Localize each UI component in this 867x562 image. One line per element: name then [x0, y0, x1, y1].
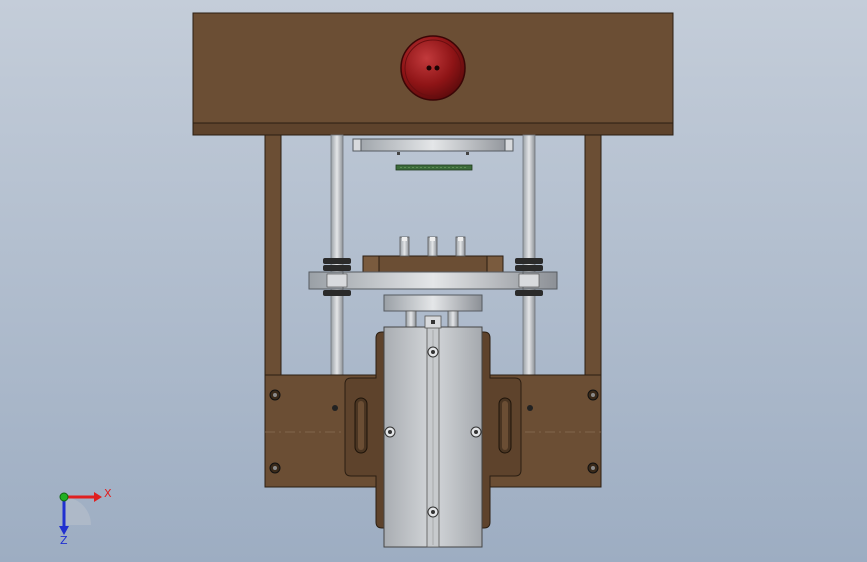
- screw-icon: [470, 426, 482, 438]
- moving-plate[interactable]: [308, 236, 558, 296]
- screw-icon: [587, 389, 599, 401]
- linear-slide[interactable]: [383, 315, 483, 548]
- screw-icon: [427, 346, 439, 358]
- side-frame-left[interactable]: [264, 134, 282, 378]
- cad-viewport[interactable]: X Z: [0, 0, 867, 562]
- orientation-triad[interactable]: X Z: [59, 487, 112, 547]
- screw-icon: [527, 405, 533, 411]
- red-knob[interactable]: [400, 35, 466, 101]
- screw-icon: [587, 462, 599, 474]
- z-axis-label: Z: [60, 534, 68, 547]
- knob-hole-icon: [426, 65, 432, 71]
- screw-icon: [427, 506, 439, 518]
- upper-clamp-bar[interactable]: [352, 138, 514, 155]
- knob-hole-icon: [434, 65, 440, 71]
- guide-rod-right[interactable]: [522, 134, 536, 376]
- x-axis-label: X: [104, 487, 112, 500]
- pcb-board[interactable]: [395, 164, 473, 171]
- side-frame-right[interactable]: [584, 134, 602, 378]
- screw-icon: [332, 405, 338, 411]
- bushing-right: [515, 258, 543, 296]
- pin-icon: [455, 236, 466, 257]
- pin-icon: [427, 236, 438, 257]
- guide-rod-left[interactable]: [330, 134, 344, 376]
- y-axis-origin-icon: [59, 492, 69, 502]
- screw-icon: [384, 426, 396, 438]
- screw-icon: [269, 389, 281, 401]
- bushing-left: [323, 258, 351, 296]
- screw-icon: [269, 462, 281, 474]
- pin-icon: [399, 236, 410, 257]
